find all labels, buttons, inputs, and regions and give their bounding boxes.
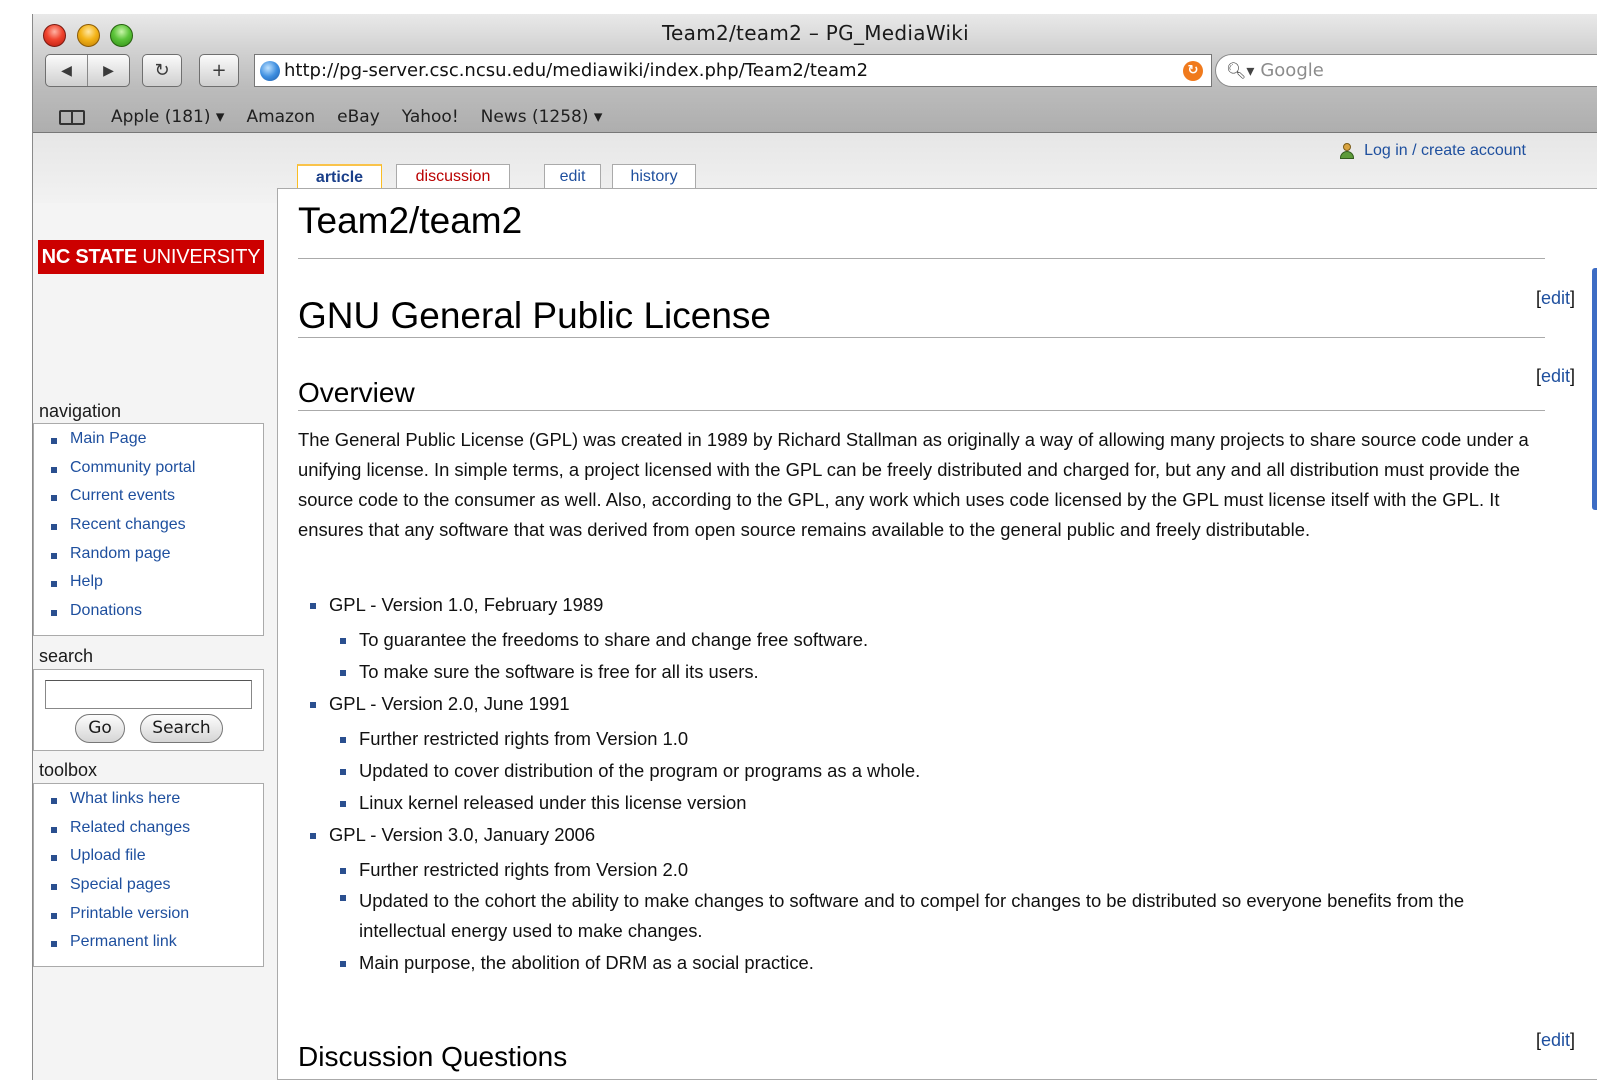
- tab-discussion[interactable]: discussion: [396, 164, 510, 189]
- gpl-rule: [298, 337, 1545, 338]
- search-portlet: Go Search: [33, 669, 264, 751]
- edit-bracket-close: ]: [1569, 288, 1575, 308]
- url-text: http://pg-server.csc.ncsu.edu/mediawiki/…: [284, 60, 869, 81]
- edit-link-discussion[interactable]: edit: [1541, 1030, 1570, 1050]
- ncsu-logo[interactable]: NC STATE UNIVERSITY: [38, 240, 264, 274]
- nav-donations[interactable]: Donations: [34, 602, 263, 631]
- login-label: Log in / create account: [1364, 142, 1526, 159]
- edit-link-gpl[interactable]: edit: [1541, 288, 1570, 308]
- search-placeholder: Google: [1260, 60, 1324, 81]
- nav-main-page[interactable]: Main Page: [34, 430, 263, 459]
- list-subitem: Linux kernel released under this license…: [339, 792, 747, 813]
- list-subitem: Main purpose, the abolition of DRM as a …: [340, 952, 814, 973]
- user-icon: [1340, 143, 1355, 159]
- edit-section-overview: [edit]: [1536, 366, 1575, 387]
- logo-bold: NC STATE: [41, 246, 138, 268]
- scrollbar-thumb[interactable]: [1592, 268, 1597, 510]
- bookmark-apple[interactable]: Apple (181) ▾: [111, 107, 224, 127]
- browser-window: Team2/team2 – PG_MediaWiki ◀ ▶ ↻ + http:…: [32, 14, 1597, 1080]
- bookmark-yahoo[interactable]: Yahoo!: [402, 107, 459, 127]
- magnifier-icon: 🔍︎▾: [1226, 61, 1255, 80]
- edit-section-discussion: [edit]: [1536, 1030, 1575, 1051]
- bookmarks-bar: Apple (181) ▾ Amazon eBay Yahoo! News (1…: [33, 102, 1597, 132]
- go-button[interactable]: Go: [75, 714, 125, 743]
- tool-special-pages[interactable]: Special pages: [34, 876, 263, 905]
- logo-rest: UNIVERSITY: [137, 246, 261, 268]
- section-heading-gpl: GNU General Public License: [298, 295, 771, 336]
- tool-permanent-link[interactable]: Permanent link: [34, 933, 263, 962]
- toolbox-portlet: What links here Related changes Upload f…: [33, 783, 264, 967]
- title-rule: [298, 258, 1545, 259]
- search-button[interactable]: Search: [140, 714, 223, 743]
- list-item-gpl-v3: GPL - Version 3.0, January 2006: [309, 824, 596, 845]
- navigation-portlet: Main Page Community portal Current event…: [33, 423, 264, 636]
- bookmark-news[interactable]: News (1258) ▾: [481, 107, 603, 127]
- address-bar[interactable]: http://pg-server.csc.ncsu.edu/mediawiki/…: [254, 54, 1212, 87]
- globe-icon: [260, 60, 280, 81]
- navigation-heading: navigation: [39, 401, 122, 421]
- list-subitem: Further restricted rights from Version 2…: [339, 859, 689, 880]
- list-subitem: To make sure the software is free for al…: [340, 661, 759, 682]
- edit-bracket-close: ]: [1569, 1030, 1575, 1050]
- nav-help[interactable]: Help: [34, 573, 263, 602]
- browser-toolbar: Team2/team2 – PG_MediaWiki ◀ ▶ ↻ + http:…: [33, 14, 1597, 133]
- nav-current-events[interactable]: Current events: [34, 487, 263, 516]
- tool-upload-file[interactable]: Upload file: [34, 847, 263, 876]
- page-title: Team2/team2: [298, 200, 523, 241]
- section-heading-discussion: Discussion Questions: [298, 1041, 568, 1072]
- search-heading: search: [39, 646, 94, 666]
- article-content: Team2/team2 [edit] GNU General Public Li…: [277, 188, 1597, 1080]
- tab-history[interactable]: history: [612, 164, 696, 189]
- tab-edit[interactable]: edit: [544, 164, 601, 189]
- section-heading-overview: Overview: [298, 377, 415, 408]
- reload-button[interactable]: ↻: [142, 54, 182, 87]
- back-button[interactable]: ◀: [46, 63, 87, 79]
- wiki-page: Log in / create account article discussi…: [33, 133, 1597, 1080]
- web-search-field[interactable]: 🔍︎▾ Google: [1215, 54, 1597, 87]
- login-link[interactable]: Log in / create account: [1340, 142, 1526, 160]
- nav-community-portal[interactable]: Community portal: [34, 459, 263, 488]
- nav-random-page[interactable]: Random page: [34, 545, 263, 574]
- nav-recent-changes[interactable]: Recent changes: [34, 516, 263, 545]
- snapback-icon[interactable]: ↻: [1183, 61, 1203, 81]
- edit-bracket-close: ]: [1569, 366, 1575, 386]
- list-item-gpl-v2: GPL - Version 2.0, June 1991: [310, 693, 570, 714]
- tool-printable-version[interactable]: Printable version: [34, 905, 263, 934]
- tool-related-changes[interactable]: Related changes: [34, 819, 263, 848]
- forward-button[interactable]: ▶: [88, 63, 129, 79]
- list-subitem: To guarantee the freedoms to share and c…: [339, 629, 869, 650]
- add-bookmark-button[interactable]: +: [199, 54, 239, 87]
- bookmark-amazon[interactable]: Amazon: [246, 107, 315, 127]
- overview-paragraph: The General Public License (GPL) was cre…: [298, 429, 1529, 540]
- wiki-search-input[interactable]: [45, 680, 252, 709]
- list-item-gpl-v1: GPL - Version 1.0, February 1989: [309, 594, 604, 615]
- edit-section-gpl: [edit]: [1536, 288, 1575, 309]
- list-subitem: Updated to cover distribution of the pro…: [339, 760, 921, 781]
- edit-link-overview[interactable]: edit: [1541, 366, 1570, 386]
- back-forward-buttons: ◀ ▶: [45, 54, 130, 87]
- tool-what-links-here[interactable]: What links here: [34, 790, 263, 819]
- list-subitem: Updated to the cohort the ability to mak…: [340, 886, 1549, 946]
- list-subitem: Further restricted rights from Version 1…: [339, 728, 689, 749]
- tab-article[interactable]: article: [297, 164, 382, 189]
- window-title: Team2/team2 – PG_MediaWiki: [661, 21, 970, 45]
- toolbox-heading: toolbox: [39, 760, 98, 780]
- bookmark-ebay[interactable]: eBay: [337, 107, 380, 127]
- bookmarks-book-icon[interactable]: [59, 109, 85, 125]
- overview-rule: [298, 410, 1545, 411]
